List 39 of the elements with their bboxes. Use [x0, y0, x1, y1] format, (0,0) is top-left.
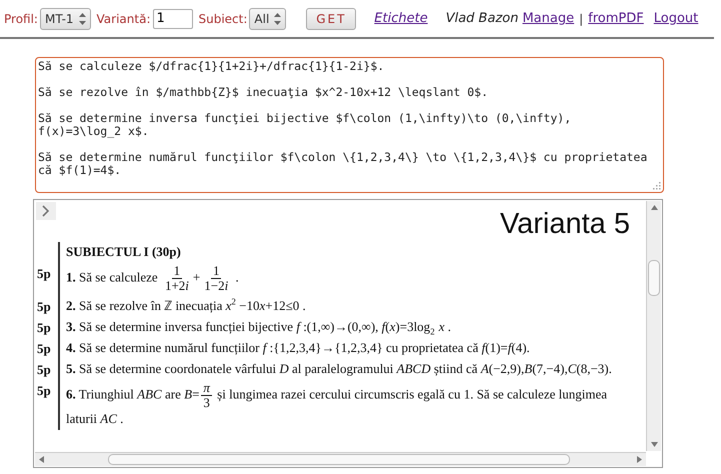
- points-label: 5p: [36, 265, 52, 283]
- points-label: 5p: [36, 382, 52, 400]
- points-label: 5p: [36, 319, 52, 337]
- document-title: Varianta 5: [500, 208, 630, 241]
- exercise-text: 2. Să se rezolve în ℤ inecuația x$^{2}$ −10x+12≤0 .: [66, 297, 307, 314]
- chevron-right-icon: [42, 205, 50, 217]
- field-label: Subiect:: [198, 12, 248, 26]
- user-name: Vlad Bazon: [446, 11, 518, 26]
- scrollbar-thumb[interactable]: [108, 454, 570, 465]
- scrollbar-thumb[interactable]: [648, 260, 660, 296]
- scroll-right-arrow-icon[interactable]: [637, 456, 642, 463]
- scroll-down-arrow-icon[interactable]: [650, 442, 658, 447]
- expand-button[interactable]: [36, 202, 56, 220]
- nav-link[interactable]: Manage: [522, 11, 574, 26]
- number-input[interactable]: 1: [152, 8, 192, 28]
- nav-link[interactable]: Logout: [654, 11, 698, 26]
- section-heading: SUBIECTUL I (30p): [66, 243, 181, 261]
- nav-link[interactable]: fromPDF: [588, 11, 644, 26]
- points-label: 5p: [36, 298, 52, 316]
- spinner-arrows-icon: [78, 12, 86, 24]
- resize-grip-icon[interactable]: [653, 182, 661, 190]
- points-label: 5p: [36, 361, 52, 379]
- etichete-link[interactable]: Etichete: [374, 11, 428, 26]
- vertical-scrollbar[interactable]: [646, 201, 661, 451]
- exercise-text: 3. Să se determine inversa funcției bijective f :(1,∞)→(0,∞), f(x)=3log$_{2}$ x .: [66, 318, 452, 335]
- separator: |: [579, 12, 584, 26]
- get-button[interactable]: GET: [306, 8, 356, 30]
- exercise-text: 4. Să se determine numărul funcțiilor f :{1,2,3,4}→{1,2,3,4} cu proprietatea că f(1)=f(4).: [66, 339, 531, 356]
- horizontal-scrollbar[interactable]: [35, 452, 646, 466]
- exercise-text: 5. Să se determine coordonatele vârfului D al paralelogramului ABCD știind că A(−2,9),B(7,−4),C(8,−3).: [66, 360, 613, 377]
- scroll-up-arrow-icon[interactable]: [650, 205, 658, 210]
- field-label: Profil:: [4, 12, 38, 26]
- spinner-arrows-icon: [274, 12, 282, 24]
- dropdown[interactable]: All: [249, 8, 286, 30]
- dropdown[interactable]: MT-1: [40, 8, 91, 30]
- text-area[interactable]: Să se calculeze $/dfrac{1}{1+2i}+/dfrac{1}{1-2i}$. Să se rezolve în $/mathbb{Z}$ inecuaţia $x^2-10x+12 \leqslant 0$. Să se determine inversa funcţiei bijective $f\colon (1,\infty)\to (0,\infty), f(x)=3\log_2 x$. Să se determine numărul funcţiilor $f\colon \{1,2,3,4\} \to \{1,2,3,4\}$ cu proprietatea că $f(1)=4$.: [35, 57, 664, 193]
- scroll-left-arrow-icon[interactable]: [39, 456, 44, 463]
- points-label: 5p: [36, 340, 52, 358]
- field-label: Variantă:: [96, 12, 150, 26]
